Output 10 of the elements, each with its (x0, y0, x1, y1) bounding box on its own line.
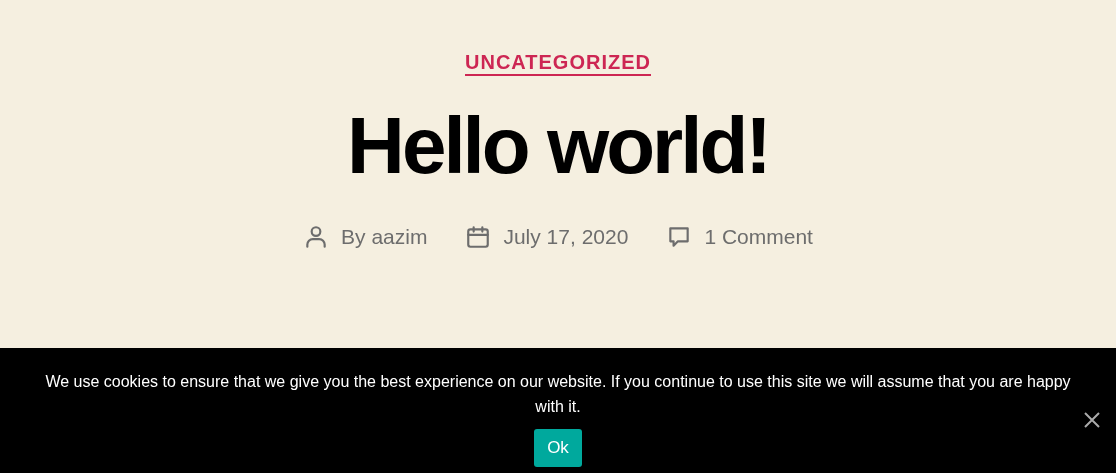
date-link[interactable]: July 17, 2020 (503, 225, 629, 249)
calendar-icon (465, 224, 492, 250)
post-title: Hello world! (347, 100, 769, 192)
category-link[interactable]: UNCATEGORIZED (465, 51, 651, 74)
ok-button[interactable]: Ok (534, 429, 582, 467)
cookie-message: We use cookies to ensure that we give you the best experience on our website. If you continue to use this site we will assume that you are happy with it. (44, 372, 1072, 417)
close-button[interactable] (1082, 410, 1102, 430)
author-link[interactable]: By aazim (341, 225, 428, 249)
close-icon (1082, 410, 1102, 430)
comments-link[interactable]: 1 Comment (704, 225, 813, 249)
